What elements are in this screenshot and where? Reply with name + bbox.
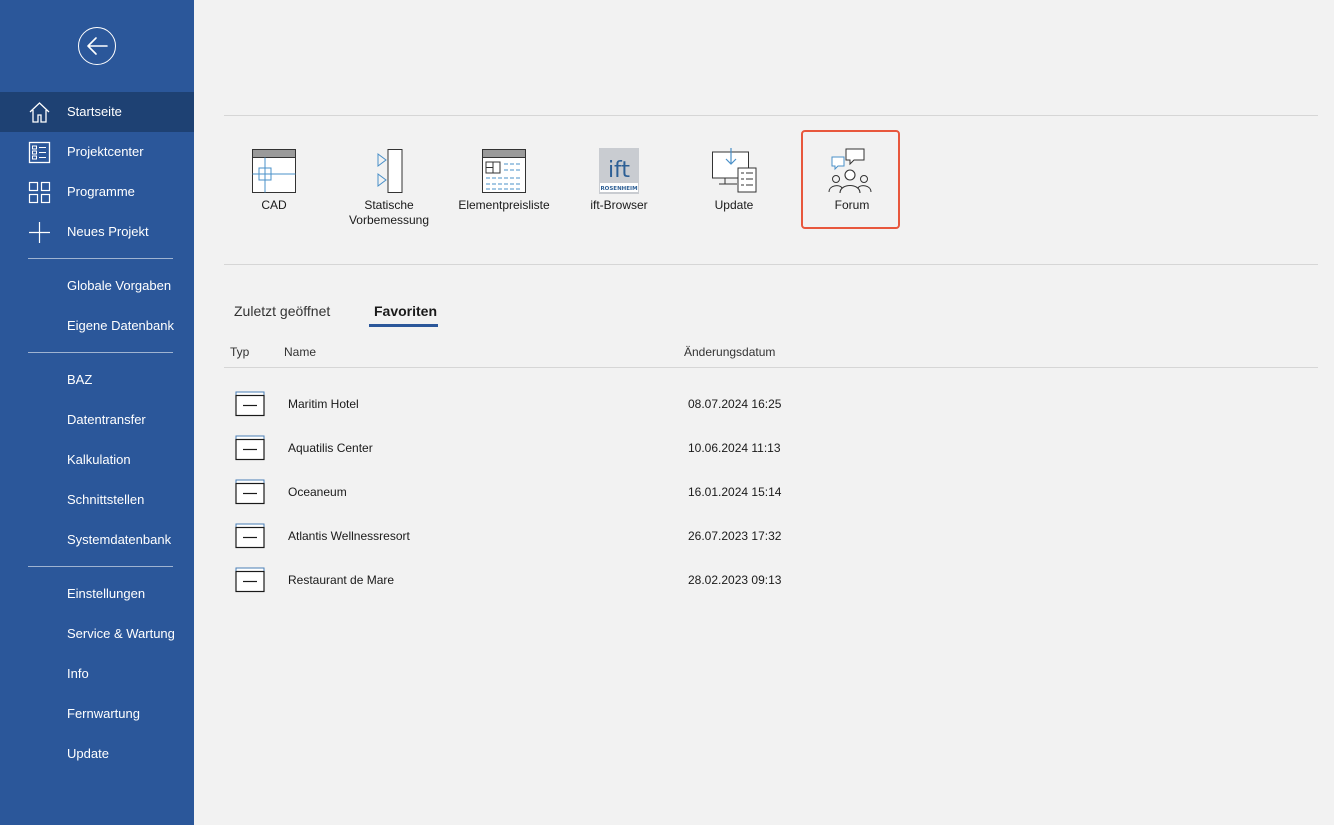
tab-zuletzt-geoeffnet[interactable]: Zuletzt geöffnet xyxy=(234,303,330,319)
row-date: 10.06.2024 11:13 xyxy=(688,441,781,455)
sidebar-item-datentransfer[interactable]: Datentransfer xyxy=(0,400,194,440)
project-file-icon xyxy=(235,523,265,549)
row-name: Atlantis Wellnessresort xyxy=(288,529,410,543)
sidebar-item-label: Systemdatenbank xyxy=(67,532,172,547)
column-header-date[interactable]: Änderungsdatum xyxy=(684,345,775,359)
table-row[interactable]: Aquatilis Center 10.06.2024 11:13 xyxy=(224,427,1318,471)
table-row[interactable]: Atlantis Wellnessresort 26.07.2023 17:32 xyxy=(224,515,1318,559)
sidebar-item-schnittstellen[interactable]: Schnittstellen xyxy=(0,480,194,520)
sidebar-item-info[interactable]: Info xyxy=(0,654,194,694)
sidebar: Startseite Projektcenter Programme Neues… xyxy=(0,0,194,825)
sidebar-item-label: Info xyxy=(67,666,89,681)
sidebar-item-programme[interactable]: Programme xyxy=(0,172,194,212)
static-calc-icon xyxy=(365,148,413,194)
sidebar-item-kalkulation[interactable]: Kalkulation xyxy=(0,440,194,480)
sidebar-item-einstellungen[interactable]: Einstellungen xyxy=(0,574,194,614)
sidebar-item-label: Programme xyxy=(67,184,135,199)
sidebar-item-globale-vorgaben[interactable]: Globale Vorgaben xyxy=(0,266,194,306)
sidebar-item-label: Neues Projekt xyxy=(67,224,149,239)
tile-label: Statische Vorbemessung xyxy=(348,198,430,227)
tab-favoriten[interactable]: Favoriten xyxy=(374,303,437,319)
project-file-icon xyxy=(235,435,265,461)
tile-label: CAD xyxy=(261,198,287,212)
sidebar-divider xyxy=(28,352,173,353)
column-header-typ[interactable]: Typ xyxy=(230,345,249,359)
tile-update[interactable]: Update xyxy=(686,132,782,227)
row-name: Maritim Hotel xyxy=(288,397,359,411)
row-date: 28.02.2023 09:13 xyxy=(688,573,782,587)
row-date: 08.07.2024 16:25 xyxy=(688,397,782,411)
tile-statische-vorbemessung[interactable]: Statische Vorbemessung xyxy=(341,132,437,227)
table-row[interactable]: Maritim Hotel 08.07.2024 16:25 xyxy=(224,383,1318,427)
sidebar-item-startseite[interactable]: Startseite xyxy=(0,92,194,132)
sidebar-item-fernwartung[interactable]: Fernwartung xyxy=(0,694,194,734)
project-center-icon xyxy=(28,141,51,164)
sidebar-item-projektcenter[interactable]: Projektcenter xyxy=(0,132,194,172)
table-row[interactable]: Oceaneum 16.01.2024 15:14 xyxy=(224,471,1318,515)
project-file-icon xyxy=(235,479,265,505)
sidebar-item-systemdatenbank[interactable]: Systemdatenbank xyxy=(0,520,194,560)
ift-logo-subtext: ROSENHEIM xyxy=(600,186,637,192)
ift-logo-text: ift xyxy=(608,158,630,183)
back-arrow-icon xyxy=(87,37,108,55)
tile-cad[interactable]: CAD xyxy=(226,132,322,227)
row-name: Restaurant de Mare xyxy=(288,573,395,587)
tile-label: Update xyxy=(714,198,754,212)
sidebar-item-label: Startseite xyxy=(67,104,122,119)
sidebar-item-eigene-datenbank[interactable]: Eigene Datenbank xyxy=(0,306,194,346)
sidebar-item-service-wartung[interactable]: Service & Wartung xyxy=(0,614,194,654)
row-date: 26.07.2023 17:32 xyxy=(688,529,782,543)
sidebar-item-label: BAZ xyxy=(67,372,93,387)
row-name: Aquatilis Center xyxy=(288,441,373,455)
tile-forum[interactable]: Forum xyxy=(801,130,900,229)
row-name: Oceaneum xyxy=(288,485,347,499)
plus-icon xyxy=(28,221,51,244)
ift-logo-icon: ift ROSENHEIM xyxy=(595,148,643,194)
divider xyxy=(224,264,1318,265)
row-date: 16.01.2024 15:14 xyxy=(688,485,782,499)
tile-elementpreisliste[interactable]: Elementpreisliste xyxy=(456,132,552,227)
tile-label: Elementpreisliste xyxy=(458,198,550,212)
sidebar-item-label: Kalkulation xyxy=(67,452,131,467)
tab-active-indicator xyxy=(369,324,438,327)
sidebar-item-label: Einstellungen xyxy=(67,586,146,601)
sidebar-item-update[interactable]: Update xyxy=(0,734,194,774)
sidebar-item-label: Update xyxy=(67,746,109,761)
sidebar-item-baz[interactable]: BAZ xyxy=(0,360,194,400)
divider xyxy=(224,115,1318,116)
sidebar-item-label: Schnittstellen xyxy=(67,492,145,507)
project-file-icon xyxy=(235,567,265,593)
price-list-icon xyxy=(480,148,528,194)
forum-icon xyxy=(826,148,874,194)
sidebar-item-label: Projektcenter xyxy=(67,144,144,159)
sidebar-item-label: Datentransfer xyxy=(67,412,146,427)
home-icon xyxy=(28,101,51,124)
tile-label: ift-Browser xyxy=(590,198,648,212)
sidebar-item-label: Service & Wartung xyxy=(67,626,175,641)
sidebar-divider xyxy=(28,258,173,259)
sidebar-item-label: Fernwartung xyxy=(67,706,140,721)
cad-icon xyxy=(250,148,298,194)
project-file-icon xyxy=(235,391,265,417)
grid-icon xyxy=(28,181,51,204)
tile-ift-browser[interactable]: ift ROSENHEIM ift-Browser xyxy=(571,132,667,227)
sidebar-item-label: Eigene Datenbank xyxy=(67,318,174,333)
sidebar-divider xyxy=(28,566,173,567)
update-icon xyxy=(710,148,758,194)
column-header-name[interactable]: Name xyxy=(284,345,316,359)
table-row[interactable]: Restaurant de Mare 28.02.2023 09:13 xyxy=(224,559,1318,603)
back-button[interactable] xyxy=(78,27,116,65)
tile-label: Forum xyxy=(834,198,870,212)
table-header-divider xyxy=(224,367,1318,368)
sidebar-item-neues-projekt[interactable]: Neues Projekt xyxy=(0,212,194,252)
sidebar-item-label: Globale Vorgaben xyxy=(67,278,172,293)
